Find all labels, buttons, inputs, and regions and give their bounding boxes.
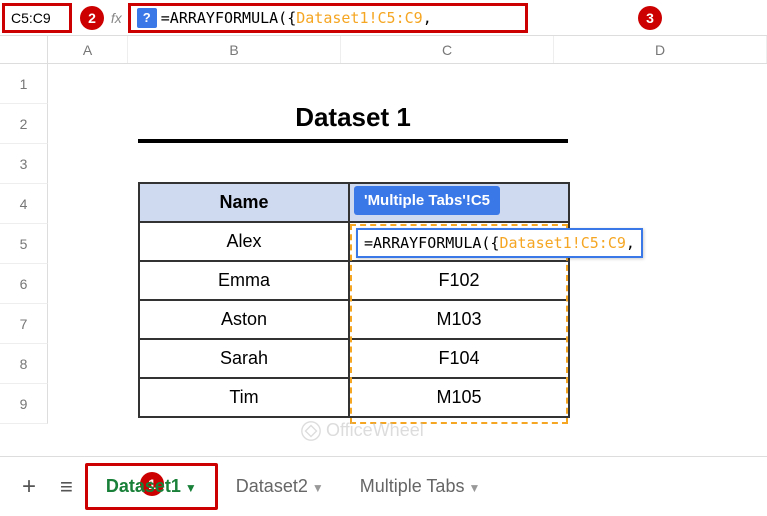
row-header[interactable]: 1 xyxy=(0,64,48,104)
col-header-b[interactable]: B xyxy=(128,36,341,63)
table-row: EmmaF102 xyxy=(139,261,569,300)
cell-name[interactable]: Alex xyxy=(139,222,349,261)
cell-reference-tooltip: 'Multiple Tabs'!C5 xyxy=(354,186,500,215)
chevron-down-icon[interactable]: ▼ xyxy=(312,481,324,495)
cell-id[interactable]: M105 xyxy=(349,378,569,417)
row-header[interactable]: 7 xyxy=(0,304,48,344)
cell-name[interactable]: Emma xyxy=(139,261,349,300)
row-header[interactable]: 2 xyxy=(0,104,48,144)
cell-id[interactable]: F102 xyxy=(349,261,569,300)
tab-label: Dataset1 xyxy=(106,476,181,496)
cell-id[interactable]: M103 xyxy=(349,300,569,339)
sheet-tab-dataset1[interactable]: Dataset1 ▼ xyxy=(85,463,218,510)
data-table: Name Alex EmmaF102 AstonM103 SarahF104 T… xyxy=(138,182,570,418)
table-row: TimM105 xyxy=(139,378,569,417)
formula-help-icon[interactable]: ? xyxy=(137,8,157,28)
column-headers: A B C D xyxy=(0,36,767,64)
header-name: Name xyxy=(139,183,349,222)
inline-formula-editor[interactable]: =ARRAYFORMULA({Dataset1!C5:C9, xyxy=(356,228,643,258)
cell-name[interactable]: Sarah xyxy=(139,339,349,378)
chevron-down-icon[interactable]: ▼ xyxy=(468,481,480,495)
col-header-d[interactable]: D xyxy=(554,36,767,63)
row-header[interactable]: 9 xyxy=(0,384,48,424)
cell-name[interactable]: Aston xyxy=(139,300,349,339)
add-sheet-button[interactable]: + xyxy=(10,473,48,501)
sheet-tab-dataset2[interactable]: Dataset2 ▼ xyxy=(218,466,342,507)
grid: 1 2 3 4 5 6 7 8 9 Dataset 1 Name Alex Em… xyxy=(0,64,767,424)
row-header[interactable]: 4 xyxy=(0,184,48,224)
cell-id[interactable]: F104 xyxy=(349,339,569,378)
fx-icon: fx xyxy=(105,10,128,26)
row-header[interactable]: 5 xyxy=(0,224,48,264)
cells-area[interactable]: Dataset 1 Name Alex EmmaF102 AstonM103 S… xyxy=(48,64,767,424)
callout-badge-2: 2 xyxy=(80,6,104,30)
formula-input-wrap[interactable]: ? =ARRAYFORMULA({Dataset1!C5:C9, xyxy=(128,3,528,33)
tab-label: Dataset2 xyxy=(236,476,308,496)
sheet-tab-bar: + ≡ 1 Dataset1▼ Dataset2▼ Multiple Tabs▼ xyxy=(0,456,767,516)
col-header-a[interactable]: A xyxy=(48,36,128,63)
tab-label: Multiple Tabs xyxy=(360,476,465,496)
row-headers: 1 2 3 4 5 6 7 8 9 xyxy=(0,64,48,424)
formula-prefix: =ARRAYFORMULA({ xyxy=(161,9,296,27)
formula-text[interactable]: =ARRAYFORMULA({Dataset1!C5:C9, xyxy=(161,9,432,27)
cell-name[interactable]: Tim xyxy=(139,378,349,417)
formula-ref: Dataset1!C5:C9 xyxy=(296,9,422,27)
row-header[interactable]: 8 xyxy=(0,344,48,384)
col-header-c[interactable]: C xyxy=(341,36,554,63)
all-sheets-button[interactable]: ≡ xyxy=(48,474,85,500)
callout-badge-3: 3 xyxy=(638,6,662,30)
sheet-title: Dataset 1 xyxy=(138,102,568,143)
chevron-down-icon[interactable]: ▼ xyxy=(185,481,197,495)
formula-suffix: , xyxy=(423,9,432,27)
table-row: AstonM103 xyxy=(139,300,569,339)
sheet-tab-multiple-tabs[interactable]: Multiple Tabs▼ xyxy=(342,466,499,507)
inline-formula-ref: Dataset1!C5:C9 xyxy=(499,234,625,252)
row-header[interactable]: 3 xyxy=(0,144,48,184)
formula-bar: C5:C9 2 ▼ fx ? =ARRAYFORMULA({Dataset1!C… xyxy=(0,0,767,36)
table-row: SarahF104 xyxy=(139,339,569,378)
select-all-corner[interactable] xyxy=(0,36,48,63)
inline-formula-suffix: , xyxy=(626,234,635,252)
name-box[interactable]: C5:C9 xyxy=(2,3,72,33)
row-header[interactable]: 6 xyxy=(0,264,48,304)
inline-formula-prefix: =ARRAYFORMULA({ xyxy=(364,234,499,252)
